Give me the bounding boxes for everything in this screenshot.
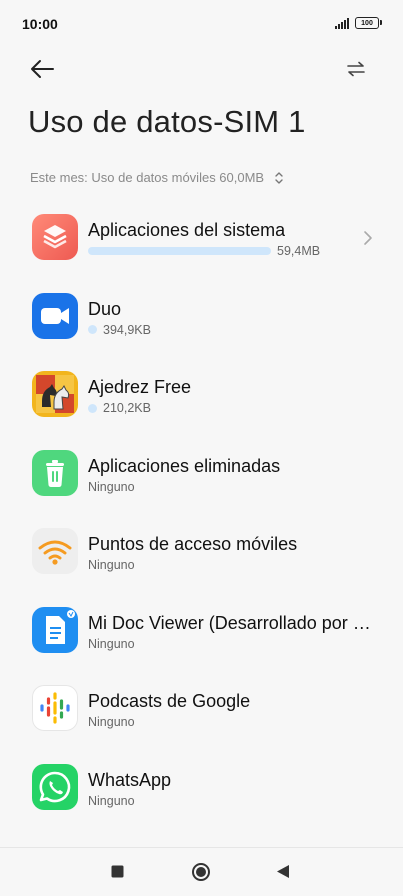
usage-value: Ninguno (88, 479, 135, 494)
app-usage: 210,2KB (88, 401, 151, 415)
app-item-system[interactable]: Aplicaciones del sistema 59,4MB (0, 200, 403, 279)
page-title: Uso de datos-SIM 1 (28, 104, 306, 139)
app-name: Aplicaciones del sistema (88, 220, 286, 240)
app-item-deleted[interactable]: Aplicaciones eliminadas Ninguno (0, 436, 403, 515)
status-bar: 10:00 100 (0, 0, 403, 48)
app-usage: Ninguno (88, 637, 135, 651)
chevron-right-icon (364, 231, 372, 245)
app-name: Aplicaciones eliminadas (88, 455, 281, 476)
usage-dot (88, 325, 97, 334)
chess-icon (32, 371, 78, 417)
usage-value: 59,4MB (277, 244, 321, 258)
home-button[interactable] (191, 862, 211, 887)
swap-sim-button[interactable] (345, 58, 367, 80)
app-usage: Ninguno (88, 794, 135, 808)
recents-button[interactable] (111, 865, 124, 883)
month-usage-text: Este mes: Uso de datos móviles 60,0MB (30, 170, 265, 185)
podcasts-icon (32, 685, 78, 731)
app-usage: Ninguno (88, 558, 135, 572)
app-name: Mi Doc Viewer (Desarrollado por WPS Offi… (88, 612, 372, 633)
signal-icon (335, 17, 349, 29)
back-nav-button[interactable] (276, 864, 290, 884)
app-usage: 394,9KB (88, 323, 151, 337)
usage-value: Ninguno (88, 636, 135, 651)
toolbar (0, 52, 403, 86)
swap-arrows-icon (347, 61, 365, 77)
usage-value: Ninguno (88, 558, 135, 572)
trash-icon (32, 449, 78, 496)
square-icon (111, 865, 124, 878)
battery-level: 100 (361, 19, 373, 27)
app-name: Puntos de acceso móviles (88, 534, 298, 554)
app-item-whatsapp[interactable]: WhatsApp Ninguno (0, 750, 403, 829)
status-time: 10:00 (22, 16, 58, 32)
circle-icon (192, 863, 210, 881)
usage-bar (88, 247, 271, 255)
status-icons: 100 (335, 17, 382, 29)
app-usage: Ninguno (88, 715, 135, 729)
battery-icon: 100 (355, 17, 382, 29)
app-usage: 59,4MB (88, 244, 320, 258)
app-name: Ajedrez Free (88, 377, 192, 397)
app-item-hotspot[interactable]: Puntos de acceso móviles Ninguno (0, 514, 403, 593)
usage-value: Ninguno (88, 715, 135, 729)
app-name: WhatsApp (88, 769, 172, 790)
app-item-ajedrez[interactable]: Ajedrez Free 210,2KB (0, 357, 403, 436)
month-usage-selector[interactable]: Este mes: Uso de datos móviles 60,0MB (30, 170, 284, 185)
app-name: Duo (88, 298, 122, 319)
layers-icon (32, 214, 78, 260)
whatsapp-icon (32, 763, 78, 810)
usage-value: Ninguno (88, 793, 135, 808)
back-button[interactable] (28, 56, 58, 82)
video-camera-icon (32, 292, 78, 339)
app-item-duo[interactable]: Duo 394,9KB (0, 279, 403, 358)
usage-value: 210,2KB (103, 401, 151, 415)
system-nav-bar (0, 847, 403, 896)
chevron-up-down-icon (275, 171, 283, 184)
app-name: Podcasts de Google (88, 691, 251, 711)
app-item-mi-doc-viewer[interactable]: Mi Doc Viewer (Desarrollado por WPS Offi… (0, 593, 403, 672)
app-usage-list: Aplicaciones del sistema 59,4MB Duo 394,… (0, 200, 403, 828)
app-item-podcasts[interactable]: Podcasts de Google Ninguno (0, 671, 403, 750)
wifi-hotspot-icon (32, 528, 78, 574)
document-icon (32, 606, 78, 653)
app-usage: Ninguno (88, 480, 135, 494)
usage-value: 394,9KB (103, 322, 151, 337)
arrow-left-icon (31, 60, 54, 78)
triangle-left-icon (277, 865, 289, 878)
usage-dot (88, 403, 97, 413)
